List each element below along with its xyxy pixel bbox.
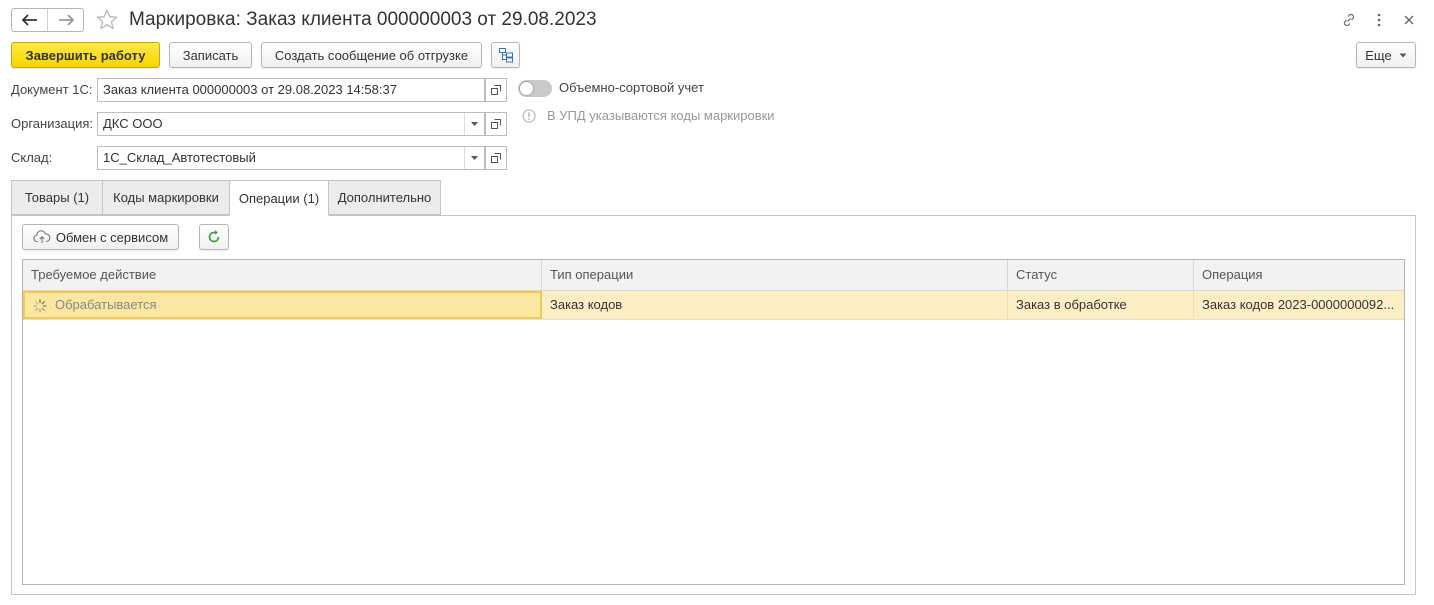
organization-label: Организация: [11,116,94,131]
warehouse-dropdown-button[interactable] [464,147,484,169]
warehouse-field-value: 1С_Склад_Автотестовый [103,150,256,165]
exchange-with-service-label: Обмен с сервисом [55,229,169,245]
organization-field[interactable]: ДКС ООО [97,112,485,136]
document-label: Документ 1С: [11,82,93,97]
column-header-required-action[interactable]: Требуемое действие [23,260,542,290]
close-button[interactable] [1399,10,1419,30]
more-menu-button[interactable] [1369,10,1389,30]
warehouse-label: Склад: [11,150,53,165]
warehouse-field[interactable]: 1С_Склад_Автотестовый [97,146,485,170]
finish-work-button[interactable]: Завершить работу [11,42,160,68]
warehouse-open-button[interactable] [485,146,507,170]
document-field[interactable]: Заказ клиента 000000003 от 29.08.2023 14… [97,78,485,102]
upd-note: В УПД указываются коды маркировки [547,108,775,123]
refresh-button[interactable] [199,224,229,250]
column-header-status[interactable]: Статус [1008,260,1194,290]
close-icon [1404,15,1414,25]
table-row[interactable]: Обрабатывается Заказ кодов Заказ в обраб… [23,291,1404,320]
document-structure-button[interactable] [491,42,520,68]
tab-additional[interactable]: Дополнительно [328,180,441,215]
arrow-left-icon [21,14,37,26]
tab-goods[interactable]: Товары (1) [11,180,103,215]
info-icon [522,109,536,123]
cell-required-action-text: Обрабатывается [55,297,157,312]
more-actions-button[interactable]: Еще [1356,42,1416,68]
navigation-buttons [11,8,84,32]
bulk-accounting-label: Объемно-сортовой учет [559,80,704,95]
open-form-icon [491,119,501,129]
cell-status[interactable]: Заказ в обработке [1008,291,1194,319]
loading-spinner-icon [33,298,47,313]
organization-dropdown-button[interactable] [464,113,484,135]
link-button[interactable] [1339,10,1359,30]
arrow-right-icon [58,14,74,26]
link-icon [1343,13,1355,27]
cell-required-action[interactable]: Обрабатывается [23,291,542,319]
create-shipment-message-button[interactable]: Создать сообщение об отгрузке [261,42,482,68]
more-actions-label: Еще [1365,47,1392,63]
cloud-upload-icon [33,230,51,243]
document-field-value: Заказ клиента 000000003 от 29.08.2023 14… [103,82,397,97]
page-title: Маркировка: Заказ клиента 000000003 от 2… [129,9,597,30]
exchange-with-service-button[interactable]: Обмен с сервисом [22,224,179,250]
organization-field-value: ДКС ООО [103,116,163,131]
star-icon [95,8,119,30]
forward-button[interactable] [47,9,83,31]
chevron-down-icon [471,156,478,160]
refresh-icon [208,230,220,243]
cell-operation-type[interactable]: Заказ кодов [542,291,1008,319]
chevron-down-icon [471,122,478,126]
organization-open-button[interactable] [485,112,507,136]
operations-table[interactable]: Требуемое действие Тип операции Статус О… [22,259,1405,585]
tab-marking-codes[interactable]: Коды маркировки [102,180,230,215]
save-button[interactable]: Записать [169,42,252,68]
kebab-menu-icon [1377,13,1381,27]
cell-operation[interactable]: Заказ кодов 2023-0000000092... [1194,291,1406,319]
bulk-accounting-toggle[interactable] [518,80,552,97]
table-header: Требуемое действие Тип операции Статус О… [23,260,1404,291]
open-form-icon [491,153,501,163]
document-open-button[interactable] [485,78,507,102]
open-form-icon [491,85,501,95]
back-button[interactable] [12,9,47,31]
document-structure-icon [498,48,513,63]
column-header-operation-type[interactable]: Тип операции [542,260,1008,290]
favorite-button[interactable] [95,8,119,32]
chevron-down-icon [1399,53,1407,57]
tab-operations[interactable]: Операции (1) [229,180,329,216]
column-header-operation[interactable]: Операция [1194,260,1406,290]
